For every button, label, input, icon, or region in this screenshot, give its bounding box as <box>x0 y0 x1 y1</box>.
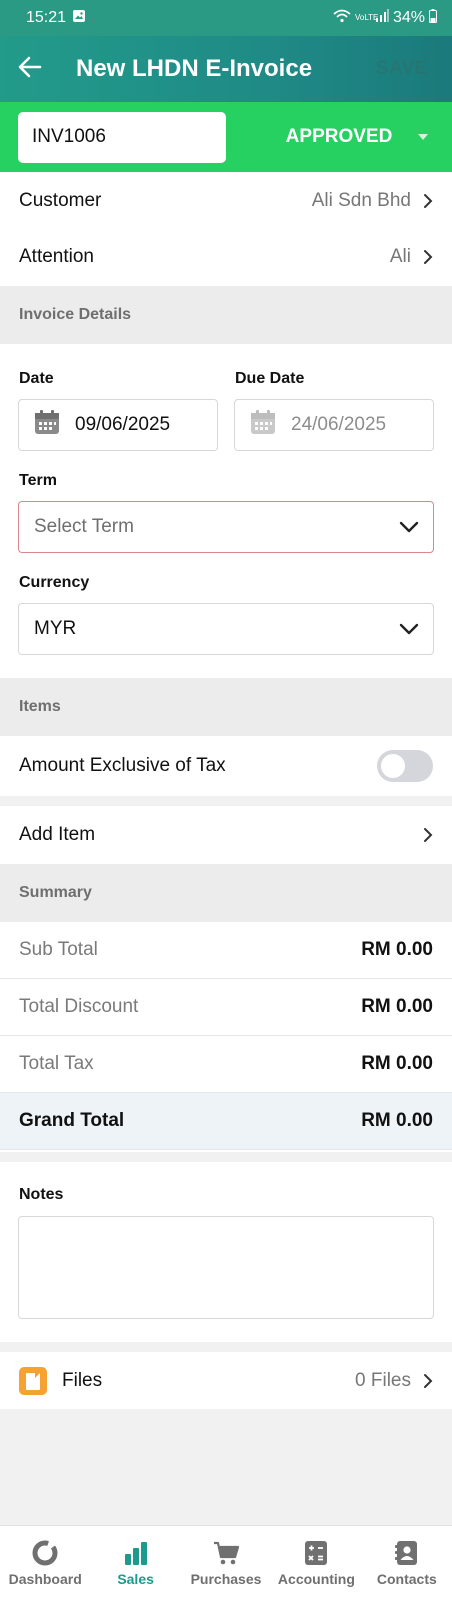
status-dropdown[interactable]: APPROVED <box>226 126 452 148</box>
cart-icon <box>212 1539 240 1567</box>
page-title: New LHDN E-Invoice <box>76 55 313 82</box>
nav-sales[interactable]: Sales <box>90 1526 180 1600</box>
battery-icon <box>429 8 437 28</box>
files-count: 0 Files <box>355 1369 411 1391</box>
nav-label: Accounting <box>277 1571 355 1587</box>
bottom-nav: Dashboard Sales Purchases Accounting Con… <box>0 1525 452 1600</box>
summary-value: RM 0.00 <box>361 996 433 1017</box>
gallery-notification-icon <box>72 9 86 28</box>
notes-textarea[interactable] <box>18 1216 434 1319</box>
status-label: APPROVED <box>285 126 393 147</box>
date-value: 09/06/2025 <box>75 414 171 435</box>
due-date-value: 24/06/2025 <box>291 414 387 435</box>
attention-value: Ali <box>389 246 411 267</box>
summary-value: RM 0.00 <box>361 1053 433 1074</box>
app-bar: New LHDN E-Invoice SAVE <box>0 36 452 102</box>
customer-value: Ali Sdn Bhd <box>311 190 411 211</box>
items-header: Items <box>0 678 452 736</box>
summary-header: Summary <box>0 864 452 922</box>
invoice-status-bar: INV1006 APPROVED <box>0 102 452 172</box>
invoice-details-header: Invoice Details <box>0 286 452 344</box>
amount-exclusive-label: Amount Exclusive of Tax <box>19 755 226 776</box>
contact-book-icon <box>393 1539 421 1567</box>
customer-row[interactable]: Customer Ali Sdn Bhd <box>0 173 452 229</box>
add-item-card: Add Item <box>0 806 452 864</box>
notes-label: Notes <box>19 1186 64 1203</box>
currency-value: MYR <box>34 618 77 639</box>
amount-exclusive-toggle[interactable] <box>377 750 433 782</box>
nav-purchases[interactable]: Purchases <box>181 1526 271 1600</box>
summary-value: RM 0.00 <box>361 939 433 960</box>
add-item-row[interactable]: Add Item <box>0 806 452 864</box>
add-item-label: Add Item <box>19 824 96 845</box>
nav-accounting[interactable]: Accounting <box>271 1526 361 1600</box>
amount-exclusive-card: Amount Exclusive of Tax <box>0 736 452 796</box>
status-time: 15:21 <box>26 9 67 26</box>
nav-contacts[interactable]: Contacts <box>362 1526 452 1600</box>
nav-dashboard[interactable]: Dashboard <box>0 1526 90 1600</box>
subtotal-row: Sub Total RM 0.00 <box>0 922 452 979</box>
amount-exclusive-row: Amount Exclusive of Tax <box>0 736 452 796</box>
status-bar: 15:21 VoLTE 34% <box>0 0 452 36</box>
signal-icon <box>375 9 389 27</box>
toggle-knob <box>381 754 405 778</box>
due-date-label: Due Date <box>235 370 305 387</box>
due-date-field[interactable]: 24/06/2025 <box>234 399 434 451</box>
summary-value: RM 0.00 <box>361 1110 433 1131</box>
files-label: Files <box>62 1369 103 1391</box>
term-label: Term <box>19 472 57 489</box>
summary-label: Total Tax <box>19 1053 94 1074</box>
nav-label: Purchases <box>190 1571 262 1587</box>
invoice-number-field[interactable]: INV1006 <box>18 111 226 163</box>
chevron-down-icon <box>399 521 419 533</box>
donut-icon <box>31 1539 59 1567</box>
date-field[interactable]: 09/06/2025 <box>18 399 218 451</box>
caret-down-icon <box>418 134 428 140</box>
total-tax-row: Total Tax RM 0.00 <box>0 1036 452 1093</box>
network-label: VoLTE <box>354 13 379 22</box>
grand-total-row: Grand Total RM 0.00 <box>0 1093 452 1150</box>
chevron-right-icon <box>424 250 433 264</box>
currency-label: Currency <box>19 574 90 591</box>
calculator-icon <box>302 1539 330 1567</box>
chevron-right-icon <box>424 194 433 208</box>
summary-label: Total Discount <box>19 996 139 1017</box>
customer-label: Customer <box>19 190 102 211</box>
battery-percent: 34% <box>392 9 425 26</box>
attention-label: Attention <box>19 246 94 267</box>
nav-label: Dashboard <box>8 1571 82 1587</box>
back-arrow-icon <box>18 56 42 83</box>
files-card: Files 0 Files <box>0 1352 452 1409</box>
files-row[interactable]: Files 0 Files <box>0 1352 452 1409</box>
bar-chart-icon <box>122 1539 150 1567</box>
nav-label: Sales <box>117 1571 154 1587</box>
currency-select[interactable]: MYR <box>18 603 434 655</box>
calendar-icon <box>33 408 61 442</box>
summary-label: Sub Total <box>19 939 98 960</box>
save-button[interactable]: SAVE <box>376 58 428 80</box>
chevron-down-icon <box>399 623 419 635</box>
chevron-right-icon <box>424 828 433 842</box>
calendar-icon <box>249 408 277 442</box>
back-button[interactable] <box>0 36 60 102</box>
file-icon <box>19 1366 47 1395</box>
total-discount-row: Total Discount RM 0.00 <box>0 979 452 1036</box>
term-placeholder: Select Term <box>34 516 134 537</box>
wifi-icon <box>333 9 351 28</box>
summary-label: Grand Total <box>19 1110 125 1131</box>
summary-card: Sub Total RM 0.00 Total Discount RM 0.00… <box>0 922 452 1152</box>
party-card: Customer Ali Sdn Bhd Attention Ali <box>0 172 452 286</box>
nav-label: Contacts <box>376 1571 437 1587</box>
attention-row[interactable]: Attention Ali <box>0 229 452 285</box>
term-select[interactable]: Select Term <box>18 501 434 553</box>
date-label: Date <box>19 370 54 387</box>
chevron-right-icon <box>424 1373 433 1388</box>
